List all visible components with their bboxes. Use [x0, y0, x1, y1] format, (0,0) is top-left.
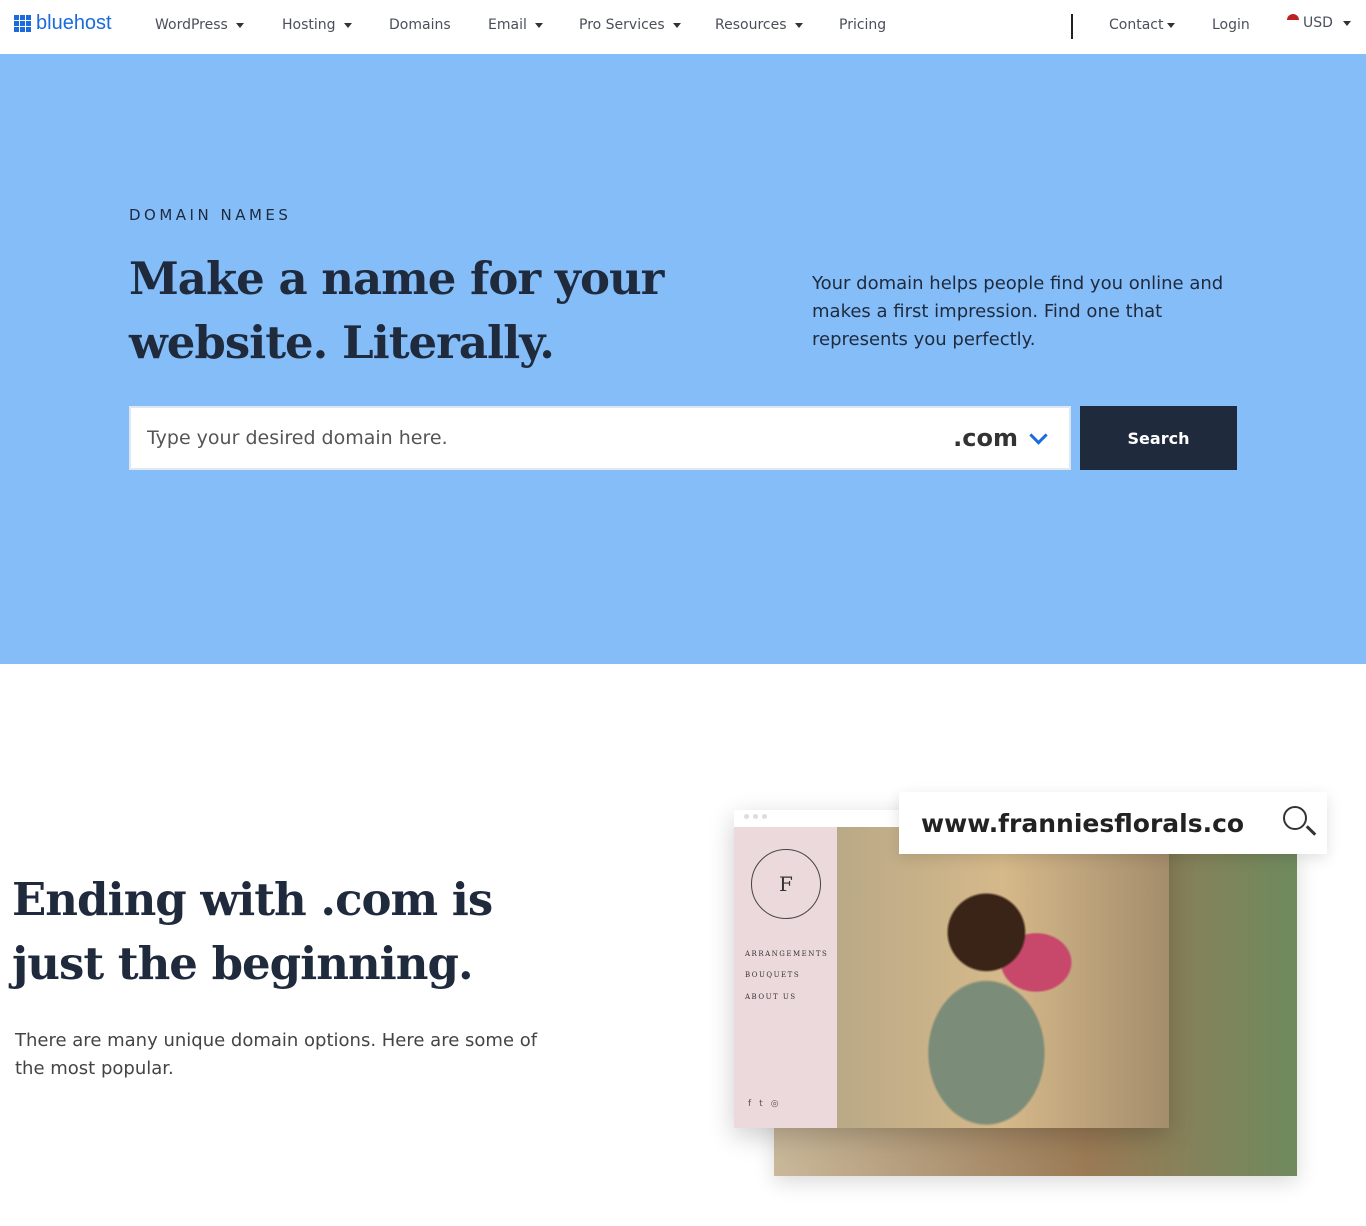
- mockup-sidebar: F ARRANGEMENTS BOUQUETS ABOUT US f t ◎: [734, 827, 837, 1128]
- grid-logo-icon: [14, 15, 31, 32]
- nav-label: Contact: [1109, 17, 1164, 33]
- caret-down-icon: [794, 22, 803, 28]
- nav-hosting[interactable]: Hosting: [282, 17, 352, 33]
- nav-email[interactable]: Email: [488, 17, 543, 33]
- search-icon: [1283, 806, 1307, 830]
- mockup-url-bar: www.franniesflorals.co: [899, 792, 1327, 854]
- domain-search-input[interactable]: [131, 427, 954, 449]
- nav-divider: [1071, 14, 1073, 39]
- mockup-menu-item: ABOUT US: [745, 993, 797, 1001]
- search-button[interactable]: Search: [1080, 406, 1237, 470]
- nav-domains[interactable]: Domains: [389, 17, 451, 33]
- mockup-menu-item: BOUQUETS: [745, 971, 801, 979]
- nav-label: Hosting: [282, 17, 336, 33]
- hero-kicker: DOMAIN NAMES: [129, 206, 292, 224]
- caret-down-icon: [343, 22, 352, 28]
- nav-login[interactable]: Login: [1212, 17, 1250, 33]
- chevron-down-icon[interactable]: [1029, 425, 1048, 445]
- caret-down-icon: [672, 22, 681, 28]
- currency-label: USD: [1303, 15, 1333, 31]
- nav-label: Email: [488, 17, 527, 33]
- currency-selector[interactable]: USD: [1287, 14, 1351, 31]
- florist-photo: [837, 827, 1169, 1128]
- nav-pricing[interactable]: Pricing: [839, 17, 886, 33]
- facebook-icon: f: [748, 1099, 752, 1109]
- logo-text: bluehost: [36, 12, 112, 34]
- nav-pro-services[interactable]: Pro Services: [579, 17, 681, 33]
- nav-label: Domains: [389, 17, 451, 33]
- section-title: Ending with .com is just the beginning.: [12, 873, 493, 990]
- nav-label: WordPress: [155, 17, 228, 33]
- caret-down-icon: [534, 22, 543, 28]
- mockup-url: www.franniesflorals.co: [921, 808, 1245, 838]
- florist-logo: F: [751, 849, 821, 919]
- nav-contact[interactable]: Contact: [1109, 17, 1176, 33]
- hero-title: Make a name for your website. Literally.: [129, 252, 664, 369]
- nav-label: Pro Services: [579, 17, 665, 33]
- caret-down-icon: [1342, 20, 1351, 26]
- tld-select[interactable]: .com: [953, 424, 1018, 452]
- twitter-icon: t: [759, 1099, 763, 1109]
- nav-label: Resources: [715, 17, 787, 33]
- bluehost-logo[interactable]: bluehost: [14, 12, 112, 35]
- nav-wordpress[interactable]: WordPress: [155, 17, 244, 33]
- us-flag-icon: [1287, 14, 1299, 26]
- nav-label: Login: [1212, 17, 1250, 33]
- caret-down-icon: [1167, 22, 1176, 28]
- section-text: There are many unique domain options. He…: [15, 1030, 538, 1079]
- logo-letter: F: [779, 872, 793, 896]
- hero-section: DOMAIN NAMES Make a name for your websit…: [0, 54, 1366, 664]
- mockup-browser-window: F ARRANGEMENTS BOUQUETS ABOUT US f t ◎: [734, 810, 1169, 1128]
- hero-lede: Your domain helps people find you online…: [812, 273, 1224, 350]
- domain-search-box: .com: [129, 406, 1071, 470]
- nav-resources[interactable]: Resources: [715, 17, 803, 33]
- website-mockup-illustration: F ARRANGEMENTS BOUQUETS ABOUT US f t ◎ www…: [734, 792, 1327, 1176]
- instagram-icon: ◎: [770, 1099, 779, 1109]
- mockup-menu-item: ARRANGEMENTS: [745, 950, 829, 958]
- social-icons: f t ◎: [748, 1099, 779, 1109]
- caret-down-icon: [235, 22, 244, 28]
- top-nav: bluehost WordPress Hosting Domains Email…: [0, 0, 1366, 54]
- nav-label: Pricing: [839, 17, 887, 33]
